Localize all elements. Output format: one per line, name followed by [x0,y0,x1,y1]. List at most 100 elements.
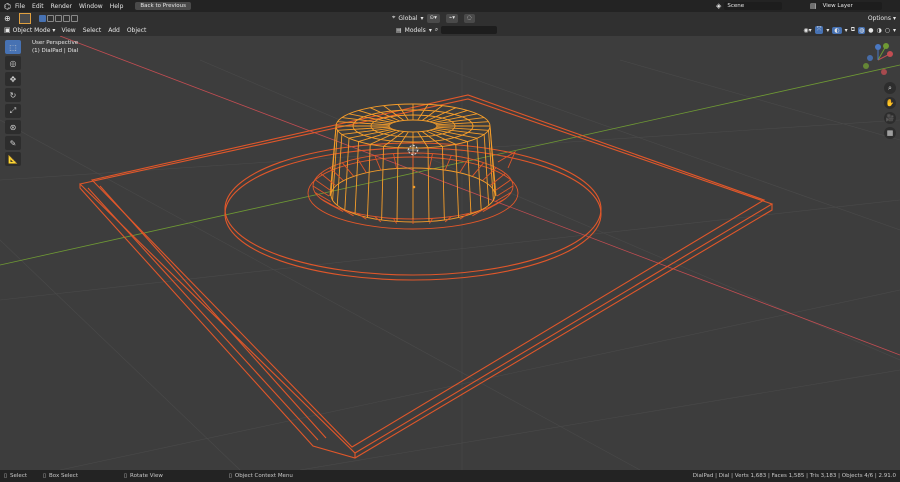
rendered-shading-icon[interactable]: ○ [885,27,890,34]
chevron-down-icon[interactable]: ▾ [826,27,829,34]
perspective-label: User Perspective [32,40,79,46]
z-axis-handle [875,44,881,50]
options-menu[interactable]: Options ▾ [868,15,896,22]
scale-tool-icon[interactable]: ⤢ [5,104,21,118]
chevron-down-icon[interactable]: ▾ [893,27,896,34]
scene-name: Scene [727,3,745,9]
orientation-icon: ⌖ [392,14,396,21]
collection-label: Models [404,26,426,34]
x-axis-handle [887,51,893,57]
menu-add[interactable]: Add [108,27,120,34]
dial-flange-tick [320,173,336,186]
collection-selector[interactable]: ▤ Models ▾ ⌕ [396,26,498,34]
scene-statistics: DialPad | Dial | Verts 1,683 | Faces 1,5… [692,473,896,479]
status-context-label: Object Context Menu [234,473,293,479]
mouse-drag-icon: ▯ [43,473,47,479]
menu-object[interactable]: Object [127,27,147,34]
scene-selector[interactable]: ◈ Scene [716,2,783,10]
pivot-point-button[interactable]: ⊙▾ [426,13,440,23]
view-layer-selector[interactable]: ▤ View Layer [810,2,882,10]
proportional-edit-button[interactable]: ◌ [464,13,475,23]
dial-flange-tick [393,153,398,169]
zoom-view-icon[interactable]: ⌕ [884,82,896,94]
wireframe-shading-icon[interactable]: ◍ [857,26,866,34]
transform-orientation[interactable]: ⌖ Global ▾ ⊙▾ ⌁▾ ◌ [392,13,478,23]
mouse-left-icon: ▯ [4,473,8,479]
dial-side-rib [455,144,460,218]
status-rotate-label: Rotate View [130,473,163,479]
mouse-middle-icon: ▯ [123,473,128,479]
dial-side-rib [354,141,360,215]
mode-intersect-icon[interactable] [70,14,78,22]
dial-side-rib [466,141,472,215]
dial-side-rib [427,147,430,222]
3d-viewport[interactable]: User Perspective (1) DialPad | Dial ⬚ ◎ … [0,36,900,470]
select-box-tool-icon[interactable]: ⬚ [5,40,21,54]
cursor-tool-icon[interactable]: ◎ [5,56,21,70]
menu-select[interactable]: Select [83,27,102,34]
snap-button[interactable]: ⌁▾ [445,13,458,23]
menu-view[interactable]: View [61,27,75,34]
measure-tool-icon[interactable]: 📐 [5,152,21,166]
xray-icon[interactable]: ⧉ [851,26,855,34]
options-label: Options [867,14,891,22]
dial-side-rib [336,134,343,206]
dial-side-rib [396,147,399,222]
orientation-label: Global [398,14,418,22]
mode-invert-icon[interactable] [62,14,70,22]
dial-flange-tick [490,173,506,186]
status-context: ▯ Object Context Menu [229,473,293,479]
select-mode-icons[interactable] [38,14,78,22]
back-to-previous-button[interactable]: Back to Previous [135,2,192,10]
tool-shelf: ⬚ ◎ ✥ ↻ ⤢ ⊛ ✎ 📐 [5,40,21,166]
dial-side-rib [483,134,490,206]
camera-view-icon[interactable]: 🎥 [884,112,896,124]
search-input[interactable] [441,26,498,34]
overlay-icon[interactable]: ◐ [832,26,842,34]
menu-help[interactable]: Help [110,3,124,10]
pan-view-icon[interactable]: ✋ [884,97,896,109]
scene-icon: ◈ [716,2,722,10]
mode-set-icon[interactable] [38,14,46,22]
select-tool-icon[interactable] [18,12,31,24]
menu-file[interactable]: File [15,3,25,10]
status-rotate: ▯ Rotate View [124,473,163,479]
object-mode-dropdown[interactable]: Object Mode [13,27,51,34]
dial-side-rib [344,138,350,211]
view-layer-field[interactable]: View Layer [819,2,882,10]
annotate-tool-icon[interactable]: ✎ [5,136,21,150]
chevron-down-icon: ▾ [52,26,56,34]
main-menu: File Edit Render Window Help [15,3,123,10]
neg-y-handle [863,63,869,69]
scene-field[interactable]: Scene [724,2,783,10]
transform-tool-icon[interactable]: ⊛ [5,120,21,134]
view-layer-name: View Layer [822,3,853,9]
search-icon: ⌕ [434,26,439,33]
viewport-header: ⊕ ⌖ Global ▾ ⊙▾ ⌁▾ ◌ Options ▾ [0,12,900,24]
menu-render[interactable]: Render [51,3,72,10]
blender-logo-icon[interactable]: ⌬ [4,2,11,11]
mode-extend-icon[interactable] [46,14,54,22]
material-shading-icon[interactable]: ◑ [876,27,881,34]
menu-edit[interactable]: Edit [32,3,44,10]
chevron-down-icon[interactable]: ▾ [845,27,848,34]
rotate-tool-icon[interactable]: ↻ [5,88,21,102]
active-object-label: (1) DialPad | Dial [32,48,79,54]
3d-cursor-icon [407,144,419,156]
editor-type-icon[interactable]: ⊕ [4,14,11,23]
navigation-gizmo[interactable] [860,42,896,78]
ortho-toggle-icon[interactable]: ▦ [884,127,896,139]
mode-subtract-icon[interactable] [54,14,62,22]
dial-side-rib [381,146,384,220]
solid-shading-icon[interactable]: ● [868,27,873,34]
view-layer-icon: ▤ [810,2,817,10]
gizmo-icon[interactable]: ⤧ [814,26,824,34]
viewport-canvas[interactable] [0,36,900,470]
menu-window[interactable]: Window [79,3,103,10]
dial-flange-tick [444,155,452,171]
status-select-label: Select [10,473,27,479]
object-mode-icon: ▣ [4,26,11,34]
move-tool-icon[interactable]: ✥ [5,72,21,86]
dial-flange-tick [428,153,433,169]
visibility-icon[interactable]: ◉▾ [803,27,811,34]
